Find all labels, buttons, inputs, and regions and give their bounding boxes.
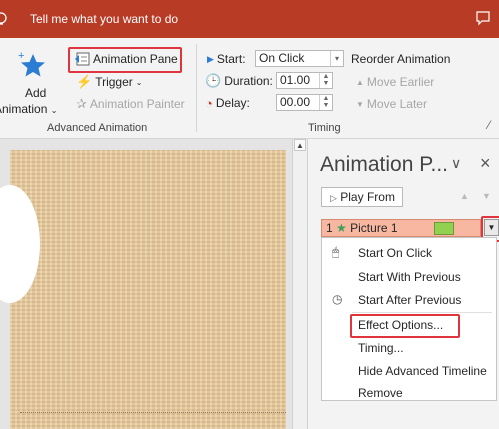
delay-label: Delay: (215, 96, 250, 110)
title-bar: Tell me what you want to do (0, 0, 499, 38)
chevron-down-icon[interactable]: ▾ (330, 51, 343, 66)
comment-icon[interactable] (475, 10, 491, 26)
group-separator (196, 44, 197, 132)
svg-text:+: + (18, 50, 24, 62)
ribbon: + Add Animation ⌄ Animation Pane ⚡ Trigg… (0, 38, 499, 139)
tell-me-search[interactable]: Tell me what you want to do (30, 12, 178, 26)
move-up-arrow-icon[interactable]: ▲ (460, 191, 469, 201)
spin-arrows-icon[interactable]: ▲ ▼ (319, 73, 332, 88)
menu-remove[interactable]: Remove (358, 386, 403, 400)
duration-label: Duration: (224, 74, 273, 88)
collapse-ribbon-icon[interactable]: ⁄ (488, 118, 490, 132)
vertical-scrollbar[interactable]: ▲ (292, 139, 307, 429)
delay-icon: ◔ (205, 95, 213, 111)
animation-painter-label: Animation Painter (89, 97, 185, 111)
menu-hide-advanced-timeline[interactable]: Hide Advanced Timeline (358, 364, 487, 378)
trigger-label: Trigger (95, 75, 133, 89)
animation-painter-button[interactable]: ✰ Animation Painter (76, 95, 185, 113)
lightning-icon: ⚡ (76, 74, 93, 89)
start-label-row: ▶ Start: (207, 50, 246, 68)
move-earlier-button[interactable]: ▲ Move Earlier (356, 73, 434, 91)
close-icon[interactable]: × (480, 153, 491, 174)
duration-label-row: 🕒 Duration: (205, 72, 273, 90)
delay-stepper[interactable]: 00.00 ▲ ▼ (276, 94, 333, 111)
chevron-down-icon: ⌄ (50, 106, 58, 115)
menu-separator (352, 312, 492, 313)
mouse-click-icon: 🖱 (332, 245, 340, 259)
pane-options-chevron-icon[interactable]: ∨ (451, 155, 461, 172)
start-select[interactable]: On Click ▾ (255, 50, 344, 67)
effect-options-highlight (350, 314, 460, 338)
move-earlier-label: Move Earlier (366, 75, 435, 89)
item-number: 1 (326, 221, 333, 235)
move-down-arrow-icon[interactable]: ▼ (482, 191, 491, 201)
triangle-up-icon: ▲ (356, 77, 364, 87)
trigger-button[interactable]: ⚡ Trigger ⌄ (76, 73, 142, 91)
play-from-label: Play From (340, 190, 395, 204)
delay-value: 00.00 (280, 95, 311, 109)
effect-timing-bar (434, 222, 454, 235)
add-animation-label-line1: Add (25, 86, 47, 100)
menu-start-with-previous[interactable]: Start With Previous (358, 270, 461, 284)
start-select-value: On Click (259, 51, 305, 65)
item-name: Picture 1 (350, 221, 398, 235)
reorder-animation-label: Reorder Animation (351, 50, 450, 68)
picture-shape[interactable] (0, 185, 40, 303)
menu-start-on-click[interactable]: Start On Click (358, 246, 432, 260)
reorder-animation-text: Reorder Animation (351, 52, 451, 66)
menu-start-after-previous[interactable]: Start After Previous (358, 293, 461, 307)
duration-stepper[interactable]: 01.00 ▲ ▼ (276, 72, 333, 89)
move-later-button[interactable]: ▼ Move Later (356, 95, 427, 113)
add-animation-star-icon: + (18, 50, 45, 77)
spin-arrows-icon[interactable]: ▲ ▼ (319, 95, 332, 110)
start-triangle-icon: ▶ (207, 53, 214, 64)
timing-group-label: Timing (308, 122, 341, 134)
clock-icon: 🕒 (205, 73, 222, 88)
play-icon: ▷ (330, 193, 337, 203)
animation-pane: Animation P... ∨ × ▷ Play From ▲ ▼ 1 ★ P… (307, 139, 499, 429)
menu-timing[interactable]: Timing... (358, 341, 404, 355)
scroll-up-icon[interactable]: ▲ (294, 139, 306, 151)
animation-pane-highlight (68, 47, 182, 73)
animation-list-item[interactable]: 1 ★ Picture 1 (321, 219, 481, 237)
painter-star-icon: ✰ (76, 96, 87, 111)
effect-star-icon: ★ (336, 221, 347, 235)
clock-icon: ◷ (332, 292, 343, 306)
slide-canvas[interactable] (0, 150, 286, 429)
duration-value: 01.00 (280, 73, 311, 87)
pane-title: Animation P... (320, 153, 449, 176)
add-animation-label-line2: Animation ⌄ (0, 102, 58, 116)
start-label: Start: (216, 52, 246, 66)
play-from-button[interactable]: ▷ Play From (321, 187, 403, 207)
delay-label-row: ◔ Delay: (205, 94, 250, 112)
advanced-animation-group-label: Advanced Animation (47, 122, 148, 134)
animation-context-menu: 🖱 Start On Click Start With Previous ◷ S… (321, 237, 497, 401)
chevron-down-icon: ⌄ (135, 77, 143, 87)
triangle-down-icon: ▼ (356, 99, 364, 109)
placeholder-guide (20, 412, 286, 413)
lightbulb-icon (0, 12, 7, 25)
add-animation-button[interactable]: + Add Animation ⌄ (0, 46, 60, 116)
move-later-label: Move Later (366, 97, 427, 111)
